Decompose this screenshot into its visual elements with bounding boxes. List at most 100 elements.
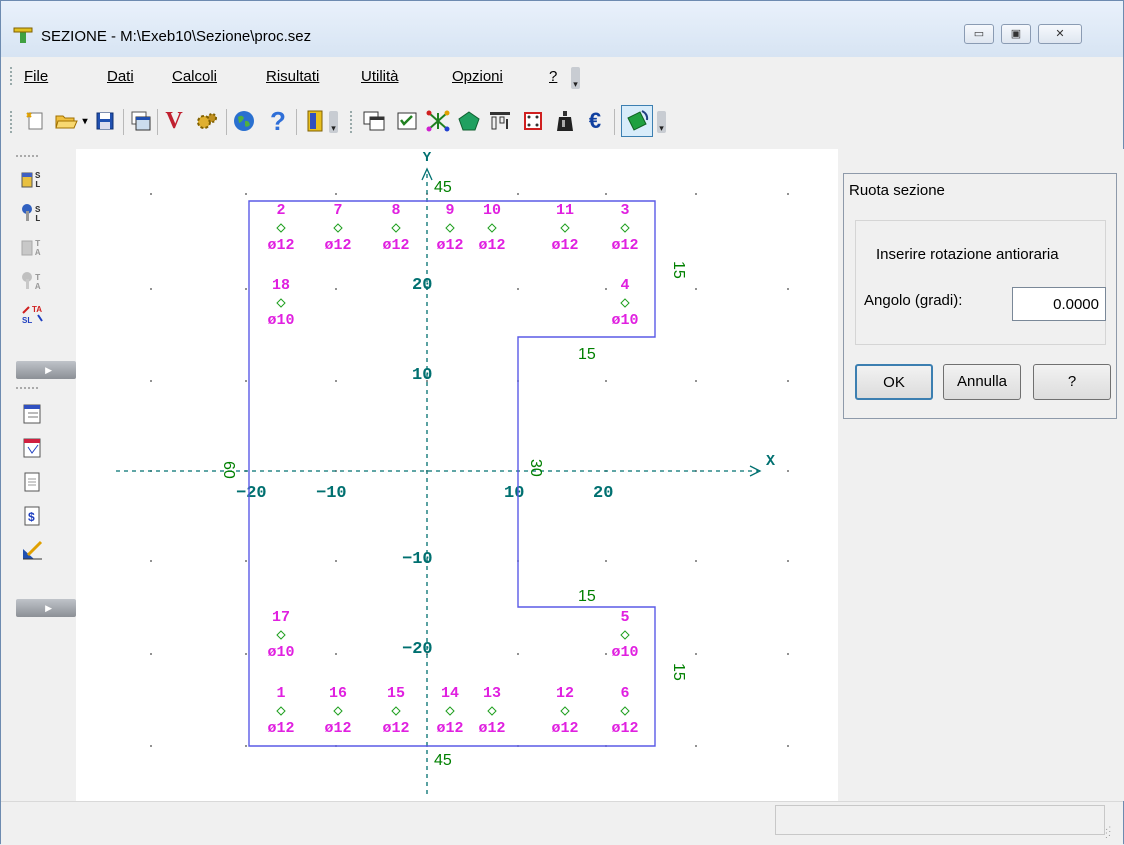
toolbar-overflow-icon[interactable]: ▾ <box>329 111 338 133</box>
rebar-diameter: ø10 <box>611 312 638 329</box>
gears-icon[interactable] <box>195 109 219 133</box>
svg-text:SL: SL <box>22 316 32 325</box>
rebar-number: 4 <box>620 277 629 294</box>
rebar-6: 6 ø12 <box>611 685 638 737</box>
table-report-icon[interactable] <box>20 401 46 427</box>
grid-dot <box>605 560 607 562</box>
dimension-label-notch-side: 30 <box>527 459 544 477</box>
menu-help[interactable]: ? <box>549 68 557 85</box>
checklist-icon[interactable] <box>395 109 419 133</box>
document-icon[interactable] <box>20 469 46 495</box>
new-file-icon[interactable] <box>23 109 47 133</box>
rebar-17: 17 ø10 <box>267 609 294 661</box>
rebar-4: 4 ø10 <box>611 277 638 329</box>
flag-report-icon[interactable] <box>20 435 46 461</box>
left-toolbar-grip <box>16 155 38 157</box>
grid-dot <box>787 193 789 195</box>
y-tick-label: 20 <box>412 276 432 295</box>
toolbar-overflow-icon[interactable]: ▾ <box>657 111 666 133</box>
maximize-button[interactable]: ▣ <box>1001 24 1031 44</box>
menu-overflow-icon[interactable]: ▾ <box>571 67 580 89</box>
close-button[interactable]: ✕ <box>1038 24 1082 44</box>
menu-utilita[interactable]: Utilità <box>361 68 399 85</box>
grid-dot <box>335 193 337 195</box>
dollar-icon[interactable]: $ <box>20 503 46 529</box>
rebar-diameter: ø12 <box>478 237 505 254</box>
rebar-number: 16 <box>329 685 347 702</box>
rebar-number: 18 <box>272 277 290 294</box>
help-button[interactable]: ? <box>1033 364 1111 400</box>
rebar-8: 8 ø12 <box>382 202 409 254</box>
svg-text:TA: TA <box>32 305 42 314</box>
rebar-marker-icon <box>276 298 286 308</box>
rebar-13: 13 ø12 <box>478 685 505 737</box>
menu-file[interactable]: File <box>24 68 48 85</box>
drawing-canvas[interactable]: X Y −20 −10 10 20 20 10 −10 −20 45 45 15… <box>76 149 838 801</box>
menu-calcoli[interactable]: Calcoli <box>172 68 217 85</box>
menu-dati[interactable]: Dati <box>107 68 134 85</box>
key-sl-icon[interactable]: SL <box>20 199 46 225</box>
weight-icon[interactable] <box>553 109 577 133</box>
grid-dot <box>245 288 247 290</box>
menu-opzioni-label: Opzioni <box>452 68 503 85</box>
grid-dot <box>245 745 247 747</box>
verify-icon[interactable]: V <box>162 108 186 134</box>
pentagon-icon[interactable] <box>457 109 481 133</box>
dimension-label-left: 60 <box>220 461 237 479</box>
rebar-1: 1 ø12 <box>267 685 294 737</box>
menu-opzioni[interactable]: Opzioni <box>452 68 503 85</box>
globe-icon[interactable] <box>232 109 256 133</box>
grid-dot <box>335 560 337 562</box>
menu-risultati[interactable]: Risultati <box>266 68 319 85</box>
angle-input[interactable] <box>1012 287 1106 321</box>
open-folder-icon[interactable] <box>54 109 78 133</box>
rebar-number: 7 <box>333 202 342 219</box>
left-toolbar-collapse-strip[interactable]: ▶ <box>16 361 76 379</box>
section-sl-icon[interactable]: SL <box>20 165 46 191</box>
rebar-diameter: ø12 <box>478 720 505 737</box>
beam-icon[interactable] <box>488 109 512 133</box>
drawing-tool-icon[interactable] <box>20 537 46 563</box>
save-icon[interactable] <box>93 109 117 133</box>
rebar-number: 9 <box>445 202 454 219</box>
grid-dot <box>787 653 789 655</box>
dimension-label-bottom: 45 <box>434 752 452 769</box>
rebar-number: 5 <box>620 609 629 626</box>
dropdown-arrow-icon[interactable]: ▾ <box>79 109 91 133</box>
rotate-section-icon[interactable] <box>621 105 653 137</box>
title-bar: SEZIONE - M:\Exeb10\Sezione\proc.sez ▭ ▣… <box>1 1 1123 57</box>
exit-door-icon[interactable] <box>303 109 327 133</box>
euro-icon[interactable]: € <box>583 108 607 133</box>
overlay-icon[interactable] <box>362 109 386 133</box>
rebar-number: 6 <box>620 685 629 702</box>
left-toolbar: SL SL TA TA TA SL ▶ $ ▶ <box>16 151 76 801</box>
dimension-label-notch-top: 15 <box>578 346 596 363</box>
ta-sl-convert-icon[interactable]: TA SL <box>20 301 46 327</box>
svg-text:L: L <box>35 180 40 190</box>
cancel-button[interactable]: Annulla <box>943 364 1021 400</box>
resize-grip-icon[interactable]: ·::· <box>1105 825 1117 841</box>
rebar-number: 1 <box>276 685 285 702</box>
help-icon[interactable]: ? <box>266 106 290 136</box>
section-ta-icon[interactable]: TA <box>20 233 46 259</box>
grid-dot <box>245 193 247 195</box>
rebar-number: 12 <box>556 685 574 702</box>
rebar-number: 8 <box>391 202 400 219</box>
grid-dot <box>695 288 697 290</box>
main-toolbar: ▾ V ? ▾ € ▾ <box>1 97 1123 149</box>
ok-button[interactable]: OK <box>855 364 933 400</box>
grid-dot <box>787 288 789 290</box>
grid-dot <box>605 288 607 290</box>
minimize-button[interactable]: ▭ <box>964 24 994 44</box>
rebar-16: 16 ø12 <box>324 685 351 737</box>
left-toolbar-collapse-strip[interactable]: ▶ <box>16 599 76 617</box>
rebar-marker-icon <box>620 298 630 308</box>
rebar-diameter: ø10 <box>267 644 294 661</box>
dialog-prompt: Inserire rotazione antioraria <box>876 246 1059 263</box>
key-ta-icon[interactable]: TA <box>20 267 46 293</box>
network-icon[interactable] <box>426 109 450 133</box>
windows-icon[interactable] <box>129 109 153 133</box>
rebar-diameter: ø10 <box>611 644 638 661</box>
frame-icon[interactable] <box>521 109 545 133</box>
rebar-number: 3 <box>620 202 629 219</box>
